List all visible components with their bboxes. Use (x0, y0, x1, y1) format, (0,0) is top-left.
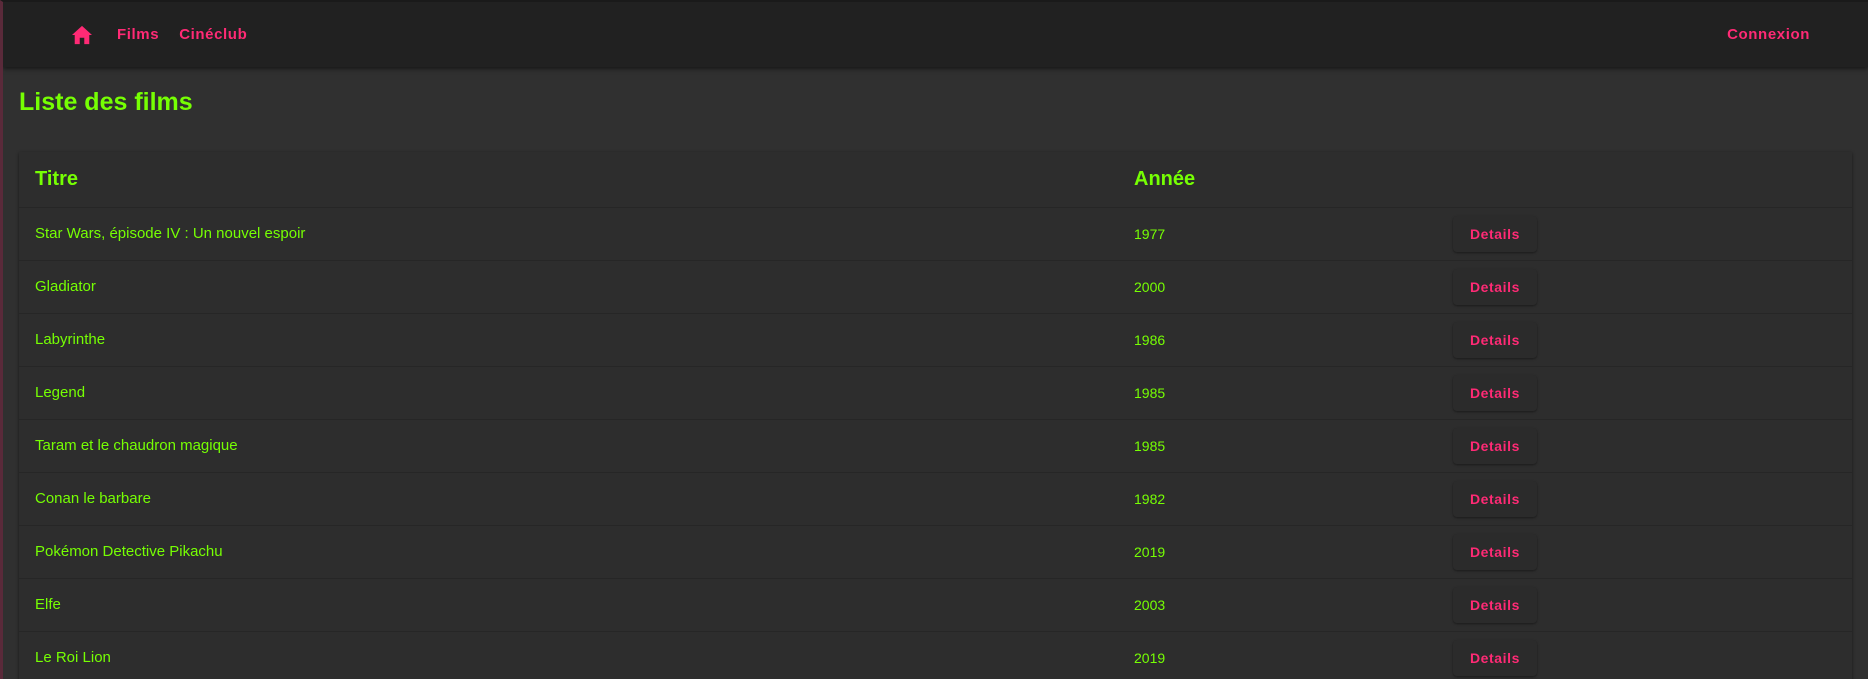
details-button[interactable]: Details (1453, 322, 1537, 358)
table-header: Titre Année (19, 152, 1852, 208)
film-title: Conan le barbare (35, 490, 151, 507)
details-button[interactable]: Details (1453, 216, 1537, 252)
table-row: Pokémon Detective Pikachu 2019 Details (19, 526, 1852, 579)
films-table: Titre Année Star Wars, épisode IV : Un n… (19, 152, 1852, 679)
table-row: Star Wars, épisode IV : Un nouvel espoir… (19, 208, 1852, 261)
nav-link-cineclub[interactable]: Cinéclub (179, 26, 247, 43)
page-title: Liste des films (19, 88, 193, 116)
film-year: 2000 (1134, 279, 1166, 295)
details-button[interactable]: Details (1453, 587, 1537, 623)
nav-link-films[interactable]: Films (117, 26, 159, 43)
details-button[interactable]: Details (1453, 481, 1537, 517)
table-row: Taram et le chaudron magique 1985 Details (19, 420, 1852, 473)
nav-left: Films Cinéclub (67, 20, 247, 50)
film-year: 1982 (1134, 491, 1166, 507)
film-year: 2019 (1134, 544, 1166, 560)
film-year: 1977 (1134, 226, 1166, 242)
table-row: Legend 1985 Details (19, 367, 1852, 420)
app-frame: Films Cinéclub Connexion Liste des films… (0, 0, 1868, 679)
film-title: Elfe (35, 596, 61, 613)
home-icon (72, 25, 92, 44)
details-button[interactable]: Details (1453, 375, 1537, 411)
film-year: 1985 (1134, 438, 1166, 454)
table-row: Labyrinthe 1986 Details (19, 314, 1852, 367)
film-title: Pokémon Detective Pikachu (35, 543, 223, 560)
details-button[interactable]: Details (1453, 269, 1537, 305)
film-year: 2003 (1134, 597, 1166, 613)
film-year: 1986 (1134, 332, 1166, 348)
film-title: Le Roi Lion (35, 649, 111, 666)
home-button[interactable] (67, 20, 97, 50)
column-header-title: Titre (35, 168, 78, 190)
top-navbar: Films Cinéclub Connexion (3, 2, 1868, 67)
column-header-year: Année (1134, 168, 1196, 190)
login-button[interactable]: Connexion (1727, 26, 1810, 43)
film-title: Gladiator (35, 278, 96, 295)
table-body: Star Wars, épisode IV : Un nouvel espoir… (19, 208, 1852, 679)
film-title: Taram et le chaudron magique (35, 437, 238, 454)
film-title: Legend (35, 384, 86, 401)
table-row: Gladiator 2000 Details (19, 261, 1852, 314)
details-button[interactable]: Details (1453, 428, 1537, 464)
details-button[interactable]: Details (1453, 640, 1537, 676)
film-year: 2019 (1134, 650, 1166, 666)
nav-right: Connexion (1707, 26, 1810, 44)
table-row: Le Roi Lion 2019 Details (19, 632, 1852, 679)
details-button[interactable]: Details (1453, 534, 1537, 570)
film-title: Labyrinthe (35, 331, 106, 348)
table-row: Elfe 2003 Details (19, 579, 1852, 632)
table-row: Conan le barbare 1982 Details (19, 473, 1852, 526)
film-year: 1985 (1134, 385, 1166, 401)
film-title: Star Wars, épisode IV : Un nouvel espoir (35, 225, 306, 242)
